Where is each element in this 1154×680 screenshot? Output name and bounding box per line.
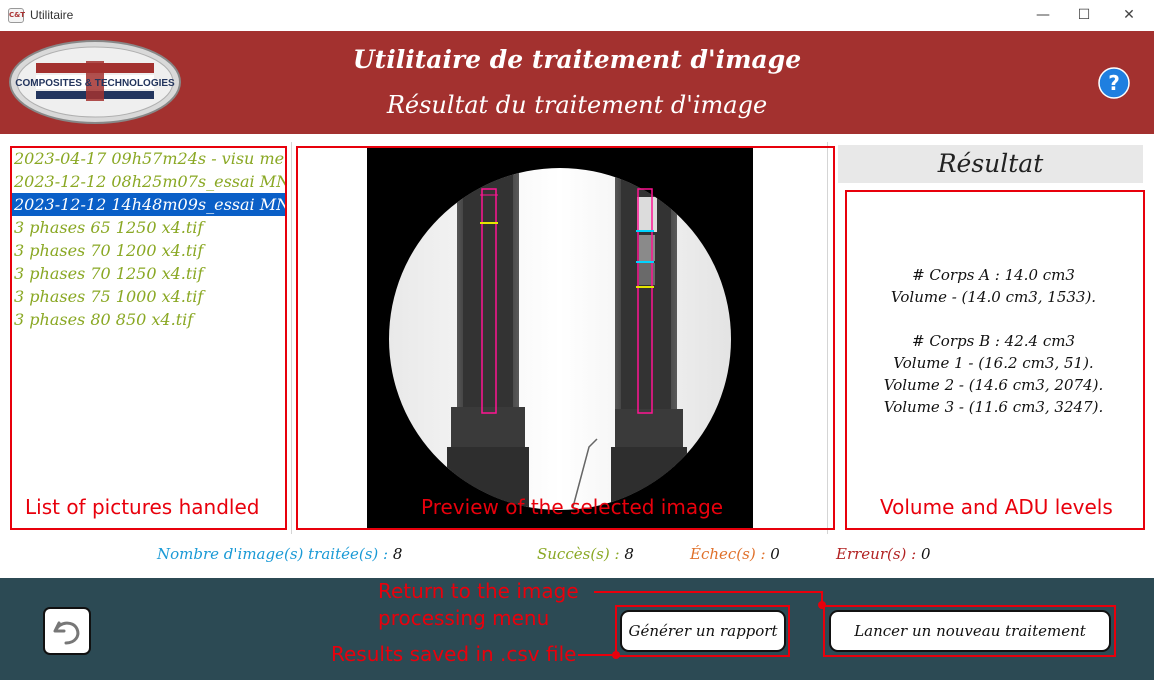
annotation-connectors — [578, 591, 826, 659]
